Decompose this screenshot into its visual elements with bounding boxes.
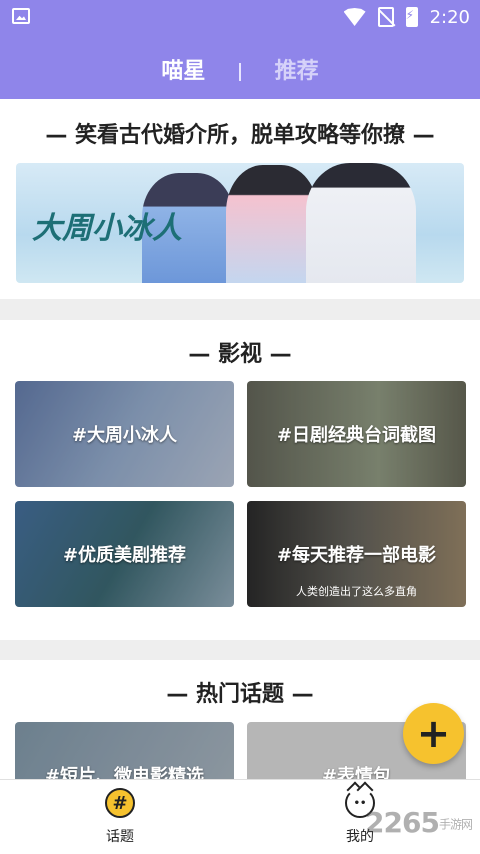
tab-separator [239,63,241,81]
image-notification-icon [12,8,30,24]
top-header: 喵星 推荐 [0,34,480,99]
add-post-button[interactable]: + [403,703,464,764]
no-sim-icon [377,7,394,27]
topic-card-label: #日剧经典台词截图 [276,425,437,446]
tab-miaoxing[interactable]: 喵星 [161,53,205,85]
topic-card-label: #大周小冰人 [71,425,178,446]
topic-card-daily-movie[interactable]: #每天推荐一部电影 人类创造出了这么多直角 [247,501,466,607]
status-right: 2:20 [343,6,470,28]
film-section: — 影视 — #大周小冰人 #日剧经典台词截图 #优质美剧推荐 #每天推荐一部电… [0,320,480,640]
film-title: — 影视 — [188,342,292,367]
banner-figure-center [226,165,318,283]
hash-glyph: # [112,792,128,814]
plus-icon: + [416,710,451,757]
banner-figure-right [306,163,416,283]
topic-card-japanese-drama[interactable]: #日剧经典台词截图 [247,381,466,487]
nav-topics-label: 话题 [106,829,134,845]
topic-card-dazhou[interactable]: #大周小冰人 [15,381,234,487]
header-tabs: 喵星 推荐 [0,53,480,85]
topic-card-label: #优质美剧推荐 [62,545,187,566]
tab-recommend[interactable]: 推荐 [275,53,319,85]
status-time: 2:20 [429,6,470,28]
hash-icon: # [105,788,135,818]
featured-section: — 笑看古代婚介所，脱单攻略等你撩 — 大周小冰人 [0,99,480,299]
featured-banner[interactable]: 大周小冰人 [16,163,464,283]
featured-title: — 笑看古代婚介所，脱单攻略等你撩 — [45,123,435,148]
banner-logo: 大周小冰人 [32,211,182,246]
movie-subtitle: 人类创造出了这么多直角 [296,585,417,598]
watermark: 2265手游网 [365,806,473,839]
topic-card-us-drama[interactable]: #优质美剧推荐 [15,501,234,607]
hot-topics-title: — 热门话题 — [166,682,314,707]
battery-icon [405,7,418,27]
watermark-sub: 手游网 [438,817,473,832]
status-bar: 2:20 [0,0,480,34]
wifi-icon [343,8,366,26]
nav-topics[interactable]: # 话题 [80,788,160,846]
watermark-text: 2265 [365,806,440,839]
